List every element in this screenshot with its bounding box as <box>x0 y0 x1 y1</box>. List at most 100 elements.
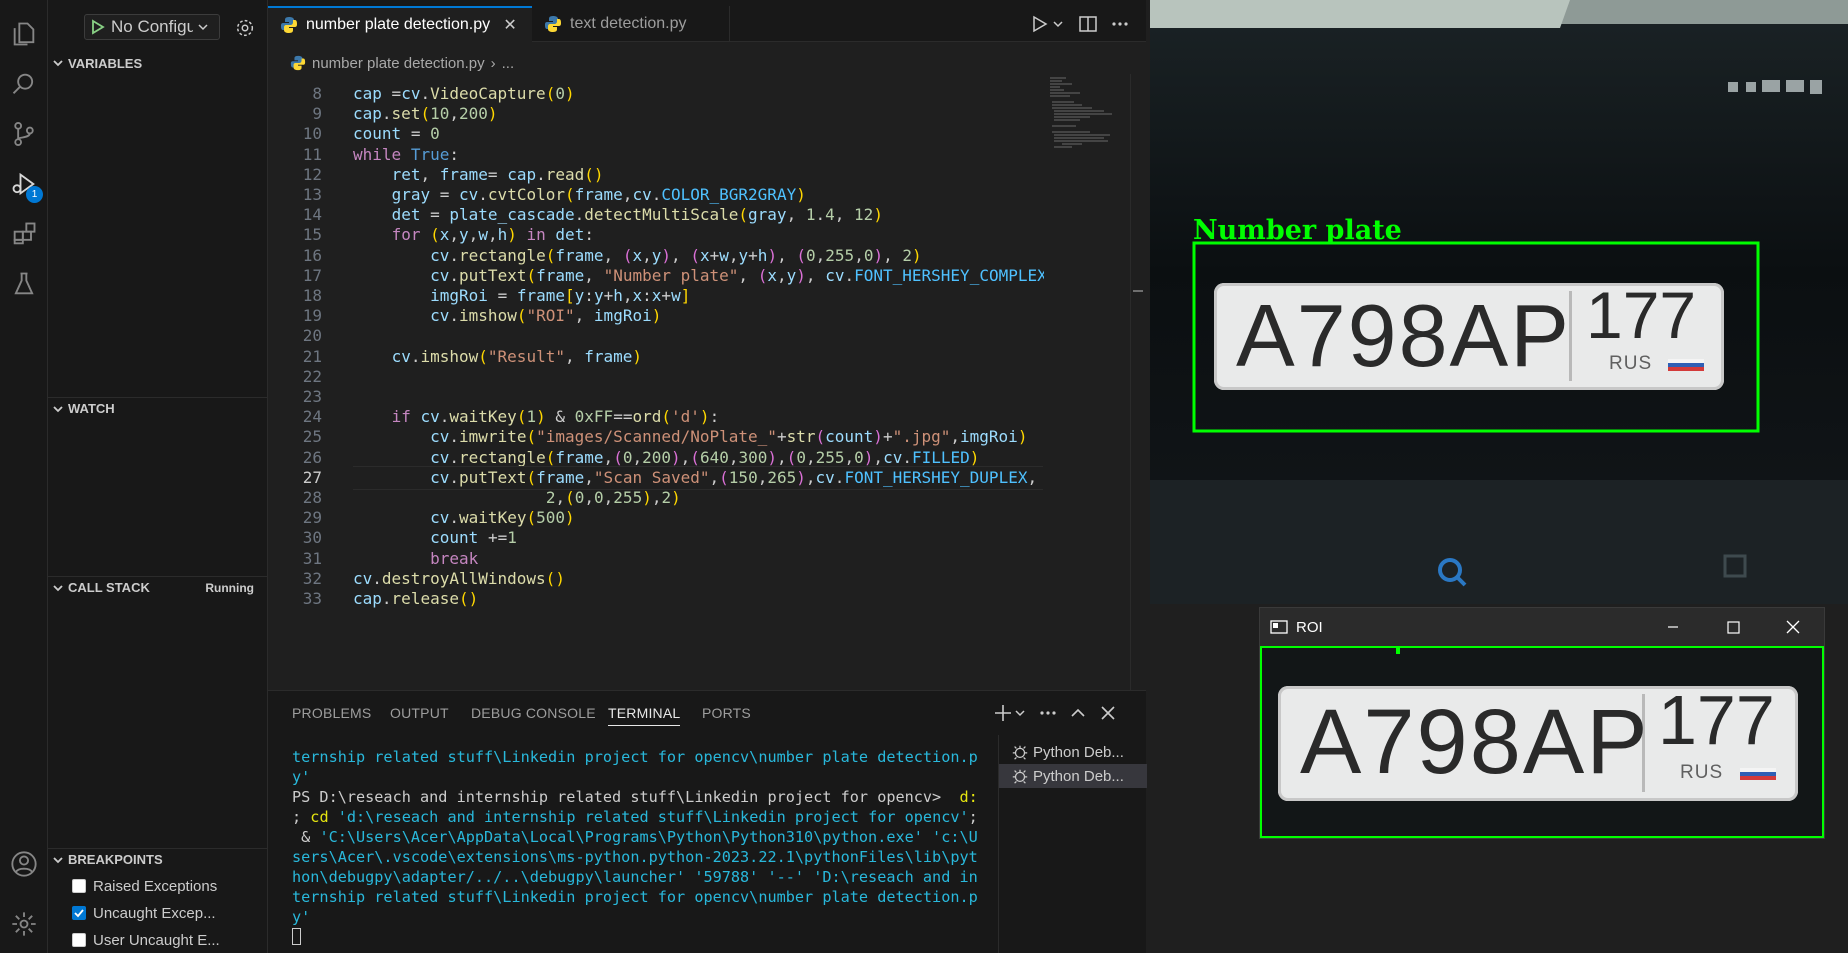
breadcrumb-symbols[interactable]: ... <box>502 55 515 72</box>
code-editor[interactable]: 8 cap =cv.VideoCapture(0) 9 cap.set(10,200)… <box>268 82 1044 690</box>
code-line[interactable]: 33 cap.release() <box>268 587 1044 611</box>
tab-output[interactable]: OUTPUT <box>390 705 449 721</box>
terminal-line: ternship related stuff\Linkedin project … <box>292 887 992 907</box>
breakpoint-uncaught-exceptions[interactable]: Uncaught Excep... <box>72 901 216 925</box>
window-app-icon <box>1270 620 1288 634</box>
search-icon[interactable] <box>0 60 48 108</box>
debug-sidebar: No Configu VARIABLES WATCH CALL STACK Ru… <box>48 0 268 953</box>
terminal-line: sers\Acer\.vscode\extensions\ms-python.p… <box>292 847 992 867</box>
label-fragment <box>1396 648 1400 654</box>
tab-problems[interactable]: PROBLEMS <box>292 705 371 721</box>
checkmark-icon <box>74 909 84 918</box>
terminal-list: Python Deb... Python Deb... <box>998 735 1147 953</box>
extensions-icon[interactable] <box>0 210 48 258</box>
panel-more-button[interactable] <box>1038 703 1058 723</box>
terminal-line: PS D:\reseach and internship related stu… <box>292 787 992 807</box>
plate-country: RUS <box>1609 353 1653 374</box>
breakpoints-title: BREAKPOINTS <box>68 852 163 867</box>
manage-gear-icon[interactable] <box>0 900 48 948</box>
source-control-icon[interactable] <box>0 110 48 158</box>
bottom-panel: PROBLEMS OUTPUT DEBUG CONSOLE TERMINAL P… <box>268 690 1147 953</box>
run-python-file-button[interactable] <box>1030 14 1064 34</box>
python-file-icon <box>545 16 561 32</box>
roi-window: ROI A798AP 177 RUS <box>1259 607 1825 839</box>
terminal-cursor <box>292 928 301 945</box>
terminal-line: ternship related stuff\Linkedin project … <box>292 747 992 767</box>
maximize-button[interactable] <box>1704 608 1762 646</box>
checkbox[interactable] <box>72 906 86 920</box>
new-terminal-button[interactable] <box>994 703 1028 723</box>
chevron-down-icon <box>48 854 68 866</box>
terminal-text: & <box>292 828 320 846</box>
debug-badge: 1 <box>26 186 43 203</box>
watch-section-header[interactable]: WATCH <box>48 397 268 419</box>
call-stack-status: Running <box>205 580 254 595</box>
terminal-item[interactable]: Python Deb... <box>999 740 1147 764</box>
breakpoint-label: Raised Exceptions <box>93 877 218 895</box>
accounts-icon[interactable] <box>0 840 48 888</box>
close-icon[interactable]: ✕ <box>502 15 518 35</box>
tab-number-plate-detection[interactable]: number plate detection.py ✕ <box>268 6 532 42</box>
result-camera-window: Number plate A798AP 177 RUS <box>1150 0 1848 604</box>
start-debugging-icon[interactable] <box>85 19 111 35</box>
roi-title-bar[interactable]: ROI <box>1260 608 1824 646</box>
chevron-right-icon: › <box>490 54 496 72</box>
terminal-item-selected[interactable]: Python Deb... <box>999 764 1147 788</box>
detection-label: Number plate <box>1193 215 1402 246</box>
breakpoints-section-header[interactable]: BREAKPOINTS <box>48 848 268 870</box>
scroll-marker <box>1133 290 1143 292</box>
terminal-line: hon\debugpy\adapter/../..\debugpy\launch… <box>292 867 992 887</box>
breadcrumb-file[interactable]: number plate detection.py <box>312 55 485 72</box>
terminal-text: ternship related stuff\Linkedin project … <box>292 748 978 766</box>
roi-image: A798AP 177 RUS <box>1260 646 1824 838</box>
terminal-text: y' <box>292 768 311 786</box>
breakpoint-user-uncaught-exceptions[interactable]: User Uncaught E... <box>72 928 220 952</box>
tab-debug-console[interactable]: DEBUG CONSOLE <box>471 705 596 721</box>
debug-toolbar: No Configu <box>84 12 270 42</box>
testing-icon[interactable] <box>0 260 48 308</box>
maximize-icon <box>1726 620 1740 634</box>
ellipsis-icon <box>1040 711 1056 715</box>
variables-section-header[interactable]: VARIABLES <box>48 52 268 74</box>
terminal-line: y' <box>292 767 992 787</box>
call-stack-section-header[interactable]: CALL STACK Running <box>48 576 268 598</box>
vertical-scrollbar[interactable] <box>1130 74 1144 690</box>
terminal-item-label: Python Deb... <box>1033 743 1124 761</box>
checkbox[interactable] <box>72 879 86 893</box>
plate-region: 177 <box>1586 278 1697 352</box>
chevron-down-icon <box>48 57 68 69</box>
debug-settings-gear-icon[interactable] <box>234 17 256 39</box>
close-window-button[interactable] <box>1764 608 1822 646</box>
terminal-line: y' <box>292 907 992 927</box>
terminal-output[interactable]: ternship related stuff\Linkedin project … <box>292 747 992 945</box>
close-icon <box>1101 706 1115 720</box>
python-file-icon <box>290 55 306 71</box>
more-actions-button[interactable] <box>1110 14 1130 34</box>
run-config-dropdown[interactable]: No Configu <box>84 14 220 40</box>
plate-number: A798AP <box>1236 286 1571 385</box>
terminal-text: y' <box>292 908 311 926</box>
minimize-button[interactable] <box>1644 608 1702 646</box>
breakpoint-raised-exceptions[interactable]: Raised Exceptions <box>72 874 217 898</box>
plate-country: RUS <box>1680 762 1724 783</box>
checkbox[interactable] <box>72 933 86 947</box>
breakpoint-label: User Uncaught E... <box>93 931 220 949</box>
breadcrumb: number plate detection.py › ... <box>290 52 514 74</box>
split-editor-icon <box>1079 16 1097 32</box>
terminal-item-label: Python Deb... <box>1033 767 1124 785</box>
minimap[interactable] <box>1044 74 1140 690</box>
split-editor-button[interactable] <box>1078 14 1098 34</box>
close-panel-button[interactable] <box>1098 703 1118 723</box>
tab-terminal[interactable]: TERMINAL <box>608 705 681 726</box>
license-plate: A798AP 177 RUS <box>1214 278 1724 390</box>
variables-title: VARIABLES <box>68 55 143 71</box>
chevron-down-icon <box>193 21 213 33</box>
debug-bug-icon <box>1012 745 1028 760</box>
minimize-icon <box>1668 626 1678 628</box>
run-debug-icon[interactable]: 1 <box>0 160 48 208</box>
explorer-icon[interactable] <box>0 10 48 58</box>
maximize-panel-button[interactable] <box>1068 703 1088 723</box>
tab-text-detection[interactable]: text detection.py <box>532 6 730 42</box>
call-stack-title: CALL STACK <box>68 580 150 595</box>
tab-ports[interactable]: PORTS <box>702 705 751 721</box>
